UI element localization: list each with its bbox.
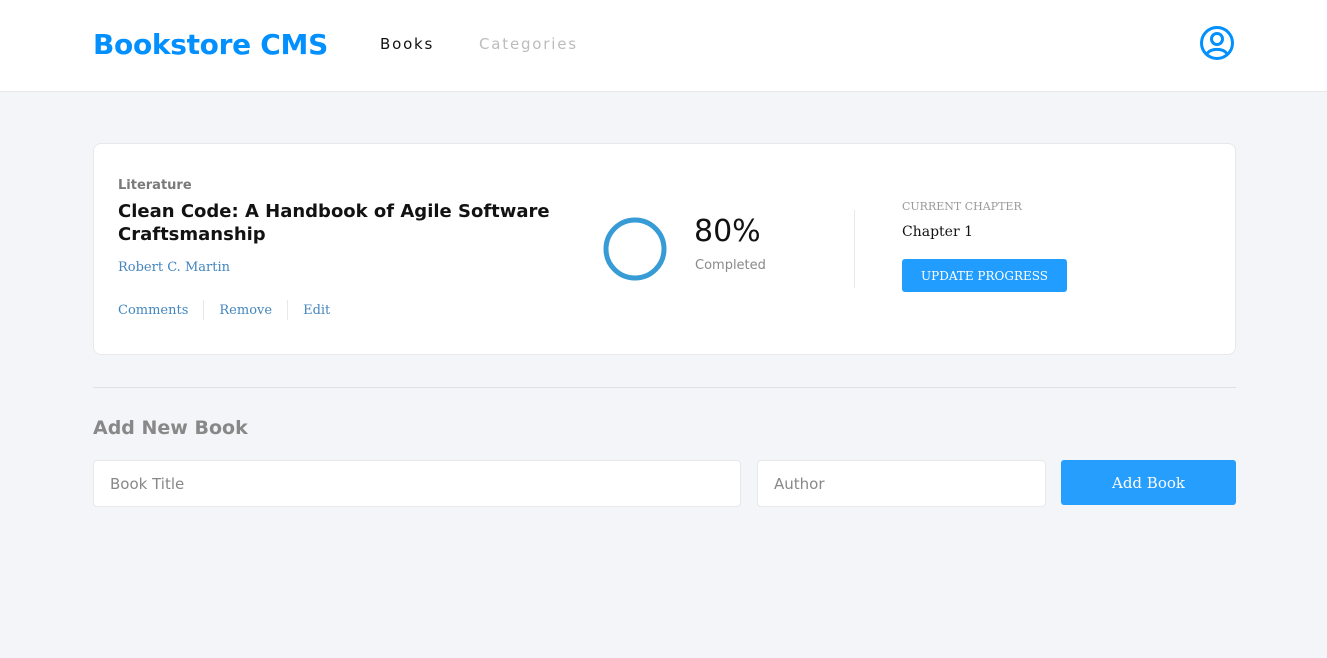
current-chapter-label: CURRENT CHAPTER: [902, 200, 1022, 213]
logo[interactable]: Bookstore CMS: [93, 28, 328, 61]
author-input[interactable]: [757, 460, 1046, 507]
progress-arc: [603, 217, 667, 281]
add-book-heading: Add New Book: [93, 417, 248, 439]
action-divider: [203, 300, 205, 320]
progress-ring: [603, 217, 667, 281]
action-divider: [287, 300, 289, 320]
book-title-input[interactable]: [93, 460, 741, 507]
update-progress-button[interactable]: UPDATE PROGRESS: [902, 259, 1067, 292]
book-title: Clean Code: A Handbook of Agile Software…: [118, 201, 550, 245]
current-chapter-value: Chapter 1: [902, 224, 973, 240]
nav-categories[interactable]: Categories: [479, 35, 578, 53]
header: Bookstore CMS Books Categories: [0, 0, 1327, 92]
add-book-button[interactable]: Add Book: [1061, 460, 1236, 505]
user-circle-icon[interactable]: [1199, 25, 1235, 61]
book-actions: Comments Remove Edit: [118, 300, 330, 320]
remove-button[interactable]: Remove: [219, 303, 272, 318]
book-author: Robert C. Martin: [118, 260, 230, 275]
completed-label: Completed: [695, 258, 766, 273]
comments-button[interactable]: Comments: [118, 303, 188, 318]
progress-divider: [854, 210, 855, 288]
book-genre: Literature: [118, 178, 192, 193]
book-card: Literature Clean Code: A Handbook of Agi…: [93, 143, 1236, 355]
edit-button[interactable]: Edit: [303, 303, 330, 318]
section-divider: [93, 387, 1236, 388]
nav-books[interactable]: Books: [380, 35, 434, 53]
progress-percent: 80%: [694, 214, 761, 249]
